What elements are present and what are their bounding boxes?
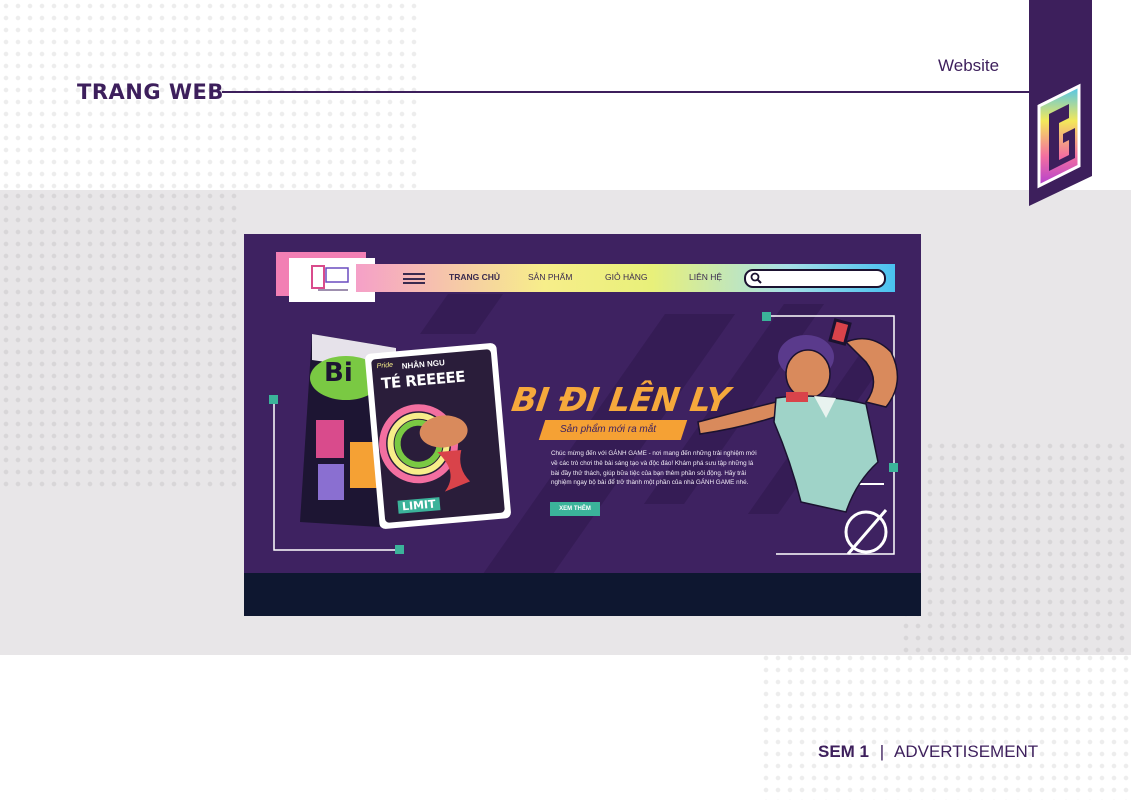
page-footer: SEM 1 | ADVERTISEMENT [818,742,1038,762]
product-card: Pride NHÂN NGU TÉ REEEEE LIMIT [364,342,512,530]
footer-category: ADVERTISEMENT [893,742,1039,761]
site-footer [244,573,921,616]
footer-separator: | [879,742,885,761]
top-nav: TRANG CHỦ SẢN PHẨM GIỎ HÀNG LIÊN HỆ [356,264,895,292]
card-illustration [379,404,471,492]
character-illustration [697,318,899,513]
dot-pattern-band-right [900,440,1131,655]
search-icon [750,272,762,284]
see-more-button[interactable]: XEM THÊM [550,502,600,516]
brand-bookmark-logo [1029,0,1092,206]
search-input[interactable] [744,269,886,288]
nav-item-contact[interactable]: LIÊN HỆ [689,272,722,282]
hero-tagline: Sản phẩm mới ra mắt [560,424,657,435]
nav-item-home[interactable]: TRANG CHỦ [449,272,500,282]
dot-pattern-band-left [0,190,240,490]
section-title: TRANG WEB [77,80,224,104]
card-brand: Pride [376,361,394,371]
header-divider [222,91,1030,93]
semester-label: SEM 1 [818,742,870,761]
dot-pattern-bottom-right [760,640,1131,800]
nav-item-products[interactable]: SẢN PHẨM [528,272,572,282]
nav-item-cart[interactable]: GIỎ HÀNG [605,272,648,282]
card-footer-label: LIMIT [397,497,441,514]
hamburger-menu-icon[interactable] [403,273,425,284]
website-mockup: TRANG CHỦ SẢN PHẨM GIỎ HÀNG LIÊN HỆ Bi P… [244,234,921,616]
product-box-title: Bi [324,358,353,388]
card-title-big: TÉ REEEEE [380,367,466,393]
category-label: Website [938,56,1000,75]
